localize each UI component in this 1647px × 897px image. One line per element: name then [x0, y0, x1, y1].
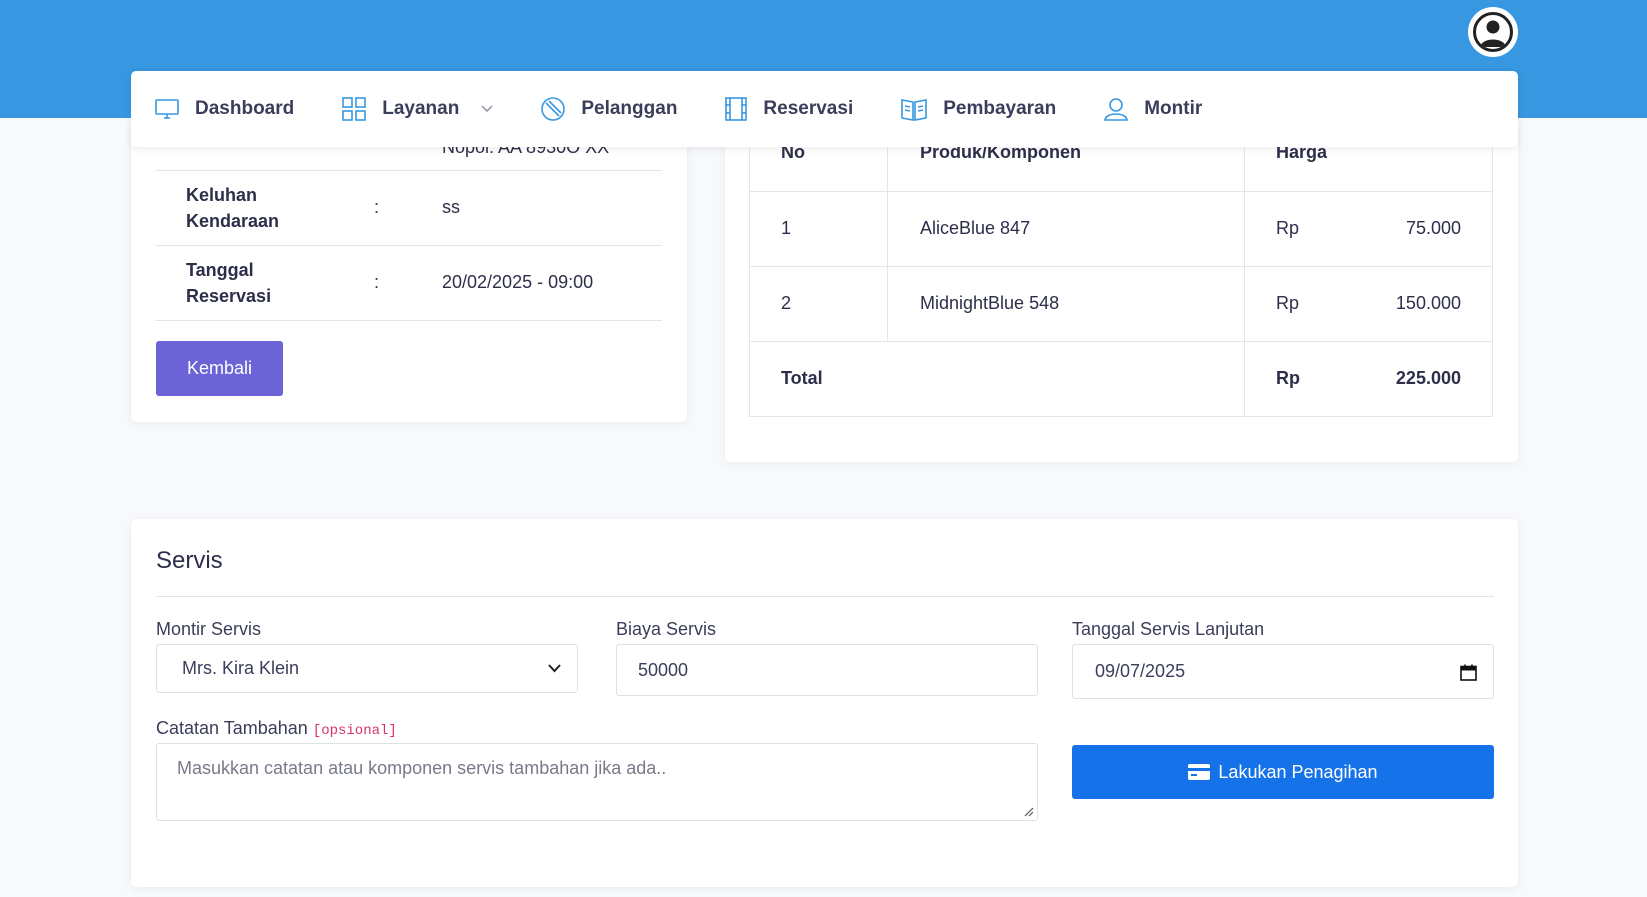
- row-price: 150.000: [1354, 265, 1493, 342]
- nav-item-dashboard[interactable]: Dashboard: [155, 98, 294, 120]
- biaya-input[interactable]: 50000: [616, 644, 1038, 696]
- grid-icon: [342, 97, 367, 121]
- optional-tag: [opsional]: [312, 723, 397, 739]
- catatan-textarea[interactable]: Masukkan catatan atau komponen servis ta…: [156, 743, 1038, 821]
- table-total-row: Total Rp 225.000: [749, 340, 1493, 417]
- tanggal-lanjutan-label: Tanggal Servis Lanjutan: [1072, 619, 1265, 639]
- total-label: Total: [749, 340, 1245, 417]
- section-divider: [156, 596, 1494, 597]
- catatan-label: Catatan Tambahan [opsional]: [156, 718, 397, 739]
- keluhan-label: Keluhan Kendaraan: [186, 185, 280, 231]
- film-icon: [725, 97, 748, 121]
- chevron-down-icon: [481, 105, 493, 113]
- nav-item-reservasi[interactable]: Reservasi: [725, 97, 853, 121]
- user-icon: [1104, 98, 1129, 121]
- nav-item-layanan[interactable]: Layanan: [342, 97, 493, 121]
- product-table-card: No Produk/Komponen Harga 1 AliceBlue 847…: [725, 120, 1518, 462]
- tanggal-lanjutan-value: 09/07/2025: [1095, 661, 1186, 681]
- lakukan-penagihan-button[interactable]: Lakukan Penagihan: [1072, 745, 1494, 799]
- tanggal-lanjutan-input[interactable]: 09/07/2025: [1072, 644, 1494, 699]
- tanggal-label: Tanggal Reservasi: [186, 260, 272, 306]
- table-row: 1 AliceBlue 847 Rp 75.000: [749, 190, 1493, 267]
- calendar-icon[interactable]: [1460, 664, 1477, 681]
- montir-select[interactable]: Mrs. Kira Klein: [156, 644, 578, 693]
- keluhan-value: ss: [442, 197, 460, 217]
- nav-label: Dashboard: [195, 98, 295, 119]
- row-product-name: MidnightBlue 548: [887, 265, 1245, 342]
- nav-label: Montir: [1144, 98, 1203, 119]
- montir-label: Montir Servis: [156, 619, 262, 639]
- nav-item-pelanggan[interactable]: Pelanggan: [541, 97, 677, 121]
- row-currency: Rp: [1244, 190, 1355, 267]
- compass-icon: [541, 97, 566, 121]
- nav-item-pembayaran[interactable]: Pembayaran: [901, 97, 1056, 121]
- total-value: 225.000: [1354, 340, 1493, 417]
- row-product-name: AliceBlue 847: [887, 190, 1245, 267]
- colon: :: [374, 197, 380, 217]
- row-no: 1: [749, 190, 888, 267]
- servis-title: Servis: [156, 547, 223, 574]
- back-button[interactable]: Kembali: [156, 341, 283, 396]
- nav-label: Pembayaran: [943, 98, 1057, 119]
- servis-card: Servis Montir Servis Mrs. Kira Klein Bia…: [131, 519, 1518, 887]
- book-icon: [901, 99, 928, 121]
- resize-handle-icon[interactable]: [1024, 807, 1034, 817]
- chevron-down-icon: [548, 664, 561, 673]
- info-row-keluhan: Keluhan Kendaraan : ss: [155, 171, 662, 246]
- row-currency: Rp: [1244, 265, 1355, 342]
- colon: :: [374, 272, 380, 292]
- catatan-label-text: Catatan Tambahan: [156, 718, 308, 738]
- row-price: 75.000: [1354, 190, 1493, 267]
- total-currency: Rp: [1244, 340, 1355, 417]
- info-row-tanggal: Tanggal Reservasi : 20/02/2025 - 09:00: [155, 246, 662, 321]
- product-table: No Produk/Komponen Harga 1 AliceBlue 847…: [749, 120, 1493, 417]
- main-navbar: Dashboard Layanan Pelanggan Reservasi Pe…: [131, 71, 1518, 147]
- biaya-label: Biaya Servis: [616, 619, 717, 639]
- tanggal-value: 20/02/2025 - 09:00: [442, 272, 594, 292]
- nav-label: Pelanggan: [581, 98, 678, 119]
- montir-selected-value: Mrs. Kira Klein: [182, 658, 300, 678]
- user-avatar[interactable]: [1468, 7, 1518, 57]
- nav-label: Layanan: [382, 98, 460, 119]
- catatan-placeholder: Masukkan catatan atau komponen servis ta…: [177, 758, 667, 778]
- reservation-detail-card: Nopol: AA 8930O XX Keluhan Kendaraan : s…: [131, 120, 687, 422]
- bill-label: Lakukan Penagihan: [1218, 761, 1378, 782]
- row-no: 2: [749, 265, 888, 342]
- nav-label: Reservasi: [763, 98, 854, 119]
- table-row: 2 MidnightBlue 548 Rp 150.000: [749, 265, 1493, 342]
- biaya-value: 50000: [638, 659, 689, 680]
- user-icon: [1473, 12, 1513, 52]
- monitor-icon: [155, 99, 179, 119]
- nav-item-montir[interactable]: Montir: [1104, 97, 1202, 121]
- credit-card-icon: [1188, 764, 1211, 780]
